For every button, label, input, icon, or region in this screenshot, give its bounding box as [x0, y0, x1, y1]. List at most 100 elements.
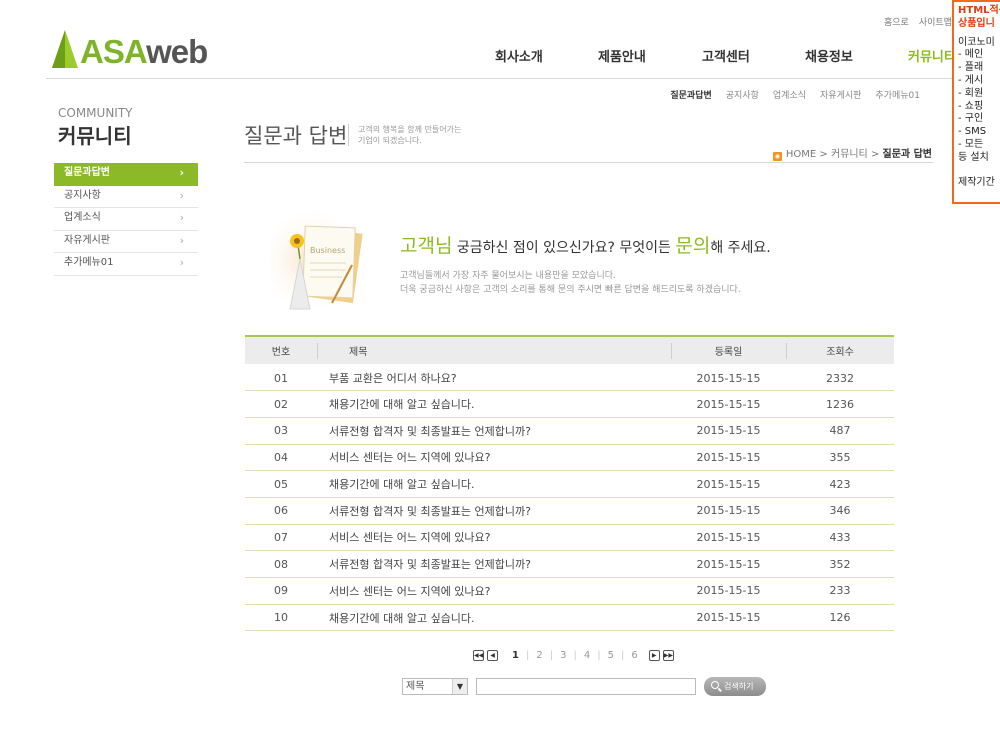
row-num: 09	[245, 577, 317, 605]
header-divider	[46, 78, 952, 79]
nav-item-support[interactable]: 고객센터	[702, 46, 750, 65]
row-title-link[interactable]: 서비스 센터는 어느 지역에 있나요?	[317, 577, 671, 605]
sidebar-item-extra[interactable]: 추가메뉴01 ›	[54, 253, 198, 276]
sub-nav-qna[interactable]: 질문과답변	[670, 91, 711, 101]
search-icon	[711, 681, 719, 689]
row-date: 2015-15-15	[671, 497, 786, 525]
sidebar-item-label: 자유게시판	[64, 234, 110, 246]
page-link-1[interactable]: 1	[512, 650, 519, 661]
chevron-right-icon: ›	[179, 166, 184, 179]
breadcrumb-current: 질문과 답변	[882, 149, 932, 160]
table-row[interactable]: 07 서비스 센터는 어느 지역에 있나요? 2015-15-15 433	[245, 524, 894, 552]
logo-text: ASAweb	[80, 33, 208, 70]
row-hits: 352	[786, 550, 894, 578]
notice-line: 이코노미	[958, 36, 995, 48]
row-date: 2015-15-15	[671, 390, 786, 418]
row-title-link[interactable]: 서류전형 합격자 및 최종발표는 언제합니까?	[317, 550, 671, 578]
breadcrumb-home[interactable]: HOME	[786, 149, 816, 160]
row-title-link[interactable]: 채용기간에 대해 알고 싶습니다.	[317, 470, 671, 498]
table-row[interactable]: 04 서비스 센터는 어느 지역에 있나요? 2015-15-15 355	[245, 444, 894, 472]
nav-item-community[interactable]: 커뮤니티	[908, 46, 956, 65]
table-row[interactable]: 06 서류전형 합격자 및 최종발표는 언제합니까? 2015-15-15 346	[245, 497, 894, 525]
sub-nav-news[interactable]: 업계소식	[773, 91, 806, 101]
notice-box: HTML적용 상품입니 이코노미 - 메인 - 플래 - 게시 - 회원 - 쇼…	[952, 0, 1000, 204]
sidebar-item-notice[interactable]: 공지사항 ›	[54, 186, 198, 208]
first-page-icon[interactable]: ◀◀	[473, 649, 484, 661]
notice-line: - 메인	[958, 49, 984, 61]
search-button[interactable]: 검색하기	[704, 677, 766, 696]
table-row[interactable]: 03 서류전형 합격자 및 최종발표는 언제합니까? 2015-15-15 487	[245, 417, 894, 445]
intro-text: 궁금하신 점이 있으신가요? 무엇이든	[452, 240, 676, 256]
row-title-link[interactable]: 서류전형 합격자 및 최종발표는 언제합니까?	[317, 417, 671, 445]
intro-headline: 고객님 궁금하신 점이 있으신가요? 무엇이든 문의해 주세요.	[400, 231, 771, 258]
notice-line: - 모든	[958, 138, 984, 150]
nav-item-careers[interactable]: 채용정보	[805, 46, 853, 65]
notice-line: - 게시	[958, 74, 984, 86]
sub-nav-notice[interactable]: 공지사항	[726, 91, 759, 101]
home-link[interactable]: 홈으로	[884, 18, 909, 28]
page-link-6[interactable]: 6	[631, 650, 637, 661]
qna-table: 번호 제목 등록일 조회수 01 부품 교환은 어디서 하나요? 2015-15-1…	[245, 335, 894, 632]
row-title-link[interactable]: 채용기간에 대해 알고 싶습니다.	[317, 604, 671, 632]
next-page-icon[interactable]: ▶	[648, 649, 660, 661]
table-row[interactable]: 05 채용기간에 대해 알고 싶습니다. 2015-15-15 423	[245, 470, 894, 498]
intro-text: 해 주세요.	[710, 240, 771, 256]
search-input[interactable]	[476, 678, 696, 695]
pagination: ◀◀ ◀ 1 | 2 | 3 | 4 | 5 | 6 ▶ ▶▶	[473, 649, 674, 661]
sidebar-item-free-board[interactable]: 자유게시판 ›	[54, 231, 198, 253]
row-hits: 1236	[786, 390, 894, 418]
last-page-icon[interactable]: ▶▶	[662, 649, 674, 661]
page-link-3[interactable]: 3	[560, 650, 566, 661]
sidebar-item-news[interactable]: 업계소식 ›	[54, 208, 198, 231]
nav-item-company[interactable]: 회사소개	[495, 46, 543, 65]
sitemap-link[interactable]: 사이트맵	[919, 18, 952, 28]
notice-line: 제작기간	[958, 176, 995, 188]
intro-subtext-line: 더욱 궁금하신 사항은 고객의 소리를 통해 문의 주시면 빠른 답변을 해드리…	[400, 285, 741, 295]
row-num: 08	[245, 550, 317, 578]
search-field-value: 제목	[406, 681, 425, 692]
page-link-5[interactable]: 5	[608, 650, 614, 661]
nav-item-products[interactable]: 제품안내	[598, 46, 646, 65]
column-header-num: 번호	[271, 347, 291, 358]
breadcrumb-separator: >	[819, 149, 828, 160]
sub-nav-free-board[interactable]: 자유게시판	[820, 91, 861, 101]
table-row[interactable]: 02 채용기간에 대해 알고 싶습니다. 2015-15-15 1236	[245, 390, 894, 418]
chevron-right-icon: ›	[179, 211, 184, 224]
notice-title-1: HTML적용	[958, 5, 1000, 16]
content-title-divider	[244, 162, 933, 163]
table-row[interactable]: 08 서류전형 합격자 및 최종발표는 언제합니까? 2015-15-15 352	[245, 550, 894, 578]
logo[interactable]: ASAweb	[52, 24, 208, 70]
intro-subtext-line: 고객님들께서 가장 자주 물어보시는 내용만을 모았습니다.	[400, 271, 616, 281]
row-date: 2015-15-15	[671, 550, 786, 578]
row-title-link[interactable]: 서비스 센터는 어느 지역에 있나요?	[317, 444, 671, 472]
row-title-link[interactable]: 서류전형 합격자 및 최종발표는 언제합니까?	[317, 497, 671, 525]
sidebar-title: 커뮤니티	[58, 124, 132, 148]
row-num: 06	[245, 497, 317, 525]
sidebar-header: COMMUNITY 커뮤니티	[58, 106, 133, 149]
row-hits: 423	[786, 470, 894, 498]
table-row[interactable]: 10 채용기간에 대해 알고 싶습니다. 2015-15-15 126	[245, 604, 894, 632]
row-hits: 487	[786, 417, 894, 445]
prev-page-icon[interactable]: ◀	[487, 649, 498, 661]
row-num: 04	[245, 444, 317, 472]
sidebar-item-qna[interactable]: 질문과답변 ›	[54, 163, 198, 186]
row-num: 05	[245, 470, 317, 498]
search-button-label: 검색하기	[724, 682, 754, 691]
sidebar-item-label: 질문과답변	[64, 167, 110, 178]
row-title-link[interactable]: 부품 교환은 어디서 하나요?	[317, 364, 671, 392]
page-link-2[interactable]: 2	[536, 650, 542, 661]
row-hits: 355	[786, 444, 894, 472]
sub-nav-extra[interactable]: 추가메뉴01	[875, 91, 920, 101]
breadcrumb-community[interactable]: 커뮤니티	[831, 149, 868, 160]
search-field-select[interactable]: 제목 ▼	[402, 678, 468, 695]
row-title-link[interactable]: 채용기간에 대해 알고 싶습니다.	[317, 390, 671, 418]
page-link-4[interactable]: 4	[584, 650, 590, 661]
row-title-link[interactable]: 서비스 센터는 어느 지역에 있나요?	[317, 524, 671, 552]
row-hits: 346	[786, 497, 894, 525]
sidebar-item-label: 공지사항	[64, 189, 101, 201]
sidebar-item-label: 추가메뉴01	[64, 257, 114, 268]
table-row[interactable]: 01 부품 교환은 어디서 하나요? 2015-15-15 2332	[245, 364, 894, 392]
page-description-line: 고객의 행복을 함께 만들어가는	[358, 125, 462, 134]
rss-icon: ◉	[772, 152, 782, 161]
table-row[interactable]: 09 서비스 센터는 어느 지역에 있나요? 2015-15-15 233	[245, 577, 894, 605]
